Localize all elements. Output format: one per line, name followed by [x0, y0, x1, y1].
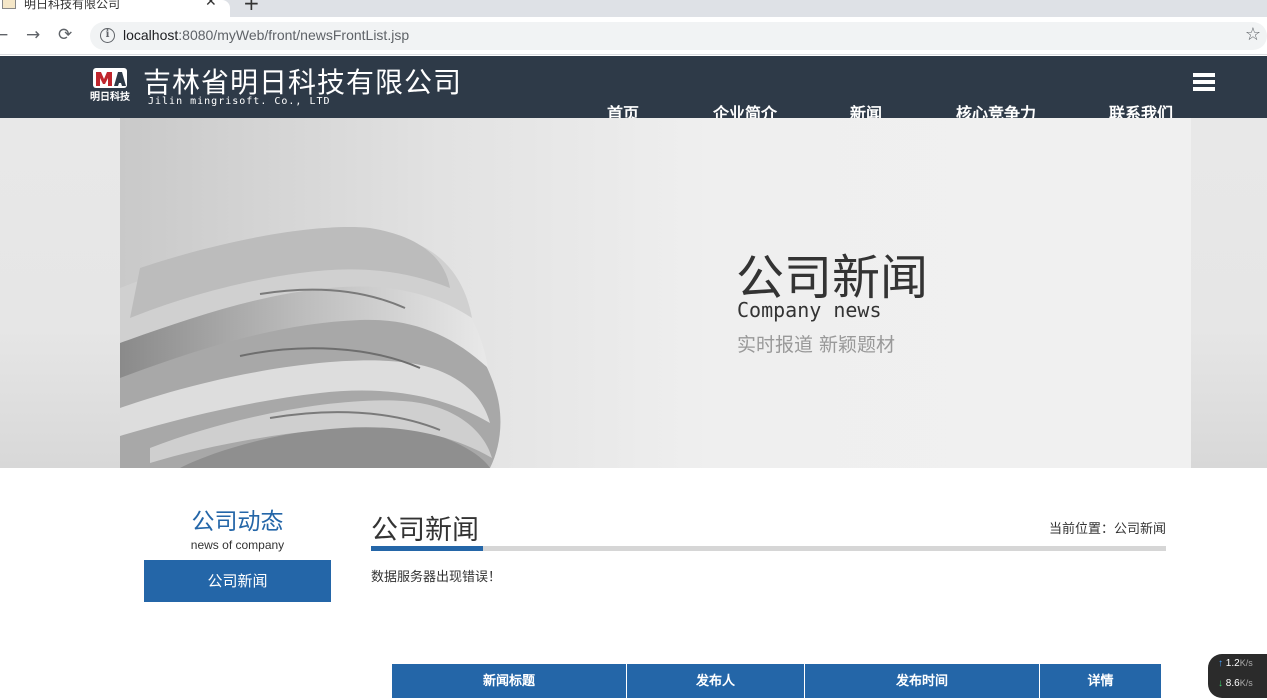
address-bar[interactable]: i localhost:8080/myWeb/front/newsFrontLi…: [90, 22, 1267, 50]
nav-core-competence[interactable]: 核心竞争力: [956, 100, 1036, 118]
network-speed-widget[interactable]: ↑ 1.2K/s ↓ 8.6K/s: [1208, 654, 1267, 698]
title-divider: [371, 546, 1166, 551]
download-speed: ↓ 8.6K/s: [1218, 678, 1253, 689]
upload-speed-value: 1.2: [1225, 658, 1240, 669]
sidebar-item-company-news[interactable]: 公司新闻: [144, 560, 331, 602]
upload-arrow-icon: ↑: [1218, 658, 1223, 669]
company-logo[interactable]: 明日科技: [87, 66, 133, 104]
site-info-icon[interactable]: i: [100, 28, 115, 43]
column-header-title: 新闻标题: [392, 664, 627, 698]
news-banner: 公司新闻 Company news 实时报道 新颖题材: [120, 118, 1191, 468]
sidebar-subtitle: news of company: [190, 538, 285, 552]
hamburger-menu-icon[interactable]: [1193, 73, 1215, 91]
nav-news[interactable]: 新闻: [850, 100, 882, 118]
upload-speed-unit: K/s: [1239, 658, 1253, 668]
column-header-details: 详情: [1087, 674, 1114, 689]
sidebar-title: 公司动态: [191, 509, 284, 535]
back-icon[interactable]: ←: [0, 25, 8, 45]
download-speed-value: 8.6: [1225, 678, 1240, 689]
column-header-publisher: 发布人: [627, 664, 805, 698]
news-table-header: 新闻标题 发布人 发布时间 详情: [392, 664, 1161, 698]
breadcrumb: 当前位置：公司新闻: [1048, 522, 1166, 537]
url-text[interactable]: localhost:8080/myWeb/front/newsFrontList…: [123, 27, 409, 43]
error-message: 数据服务器出现错误！: [371, 570, 502, 585]
new-tab-icon[interactable]: +: [243, 0, 260, 15]
tab-close-icon[interactable]: ✕: [205, 0, 217, 10]
download-speed-unit: K/s: [1239, 678, 1253, 688]
banner-tagline: 实时报道 新颖题材: [737, 334, 896, 356]
logo-text: 明日科技: [90, 90, 131, 103]
download-arrow-icon: ↓: [1218, 678, 1223, 689]
site-header: 明日科技 吉林省明日科技有限公司 Jilin mingrisoft. Co., …: [0, 56, 1267, 118]
browser-tabstrip: 明日科技有限公司 ✕ +: [0, 0, 1267, 17]
banner-english-title: Company news: [737, 298, 882, 322]
url-host: localhost: [123, 27, 179, 43]
nav-home[interactable]: 首页: [607, 100, 639, 118]
url-path: :8080/myWeb/front/newsFrontList.jsp: [178, 27, 410, 43]
column-header-publish-time: 发布时间: [805, 664, 1040, 698]
reload-icon[interactable]: ⟳: [58, 25, 72, 45]
title-divider-accent: [371, 546, 483, 551]
nav-contact[interactable]: 联系我们: [1109, 100, 1173, 118]
browser-toolbar: ← → ⟳ i localhost:8080/myWeb/front/newsF…: [0, 17, 1267, 55]
nav-about[interactable]: 企业简介: [713, 100, 777, 118]
bookmark-star-icon[interactable]: ☆: [1245, 24, 1261, 45]
newspaper-illustration: [120, 227, 501, 468]
company-name: 吉林省明日科技有限公司: [143, 66, 463, 99]
forward-icon[interactable]: →: [26, 25, 40, 45]
upload-speed: ↑ 1.2K/s: [1218, 658, 1253, 669]
browser-tab[interactable]: 明日科技有限公司 ✕: [0, 0, 230, 17]
tab-title: 明日科技有限公司: [24, 0, 121, 11]
favicon-icon: [2, 0, 16, 9]
page-title: 公司新闻: [371, 515, 479, 546]
company-english-name: Jilin mingrisoft. Co., LTD: [148, 96, 331, 107]
